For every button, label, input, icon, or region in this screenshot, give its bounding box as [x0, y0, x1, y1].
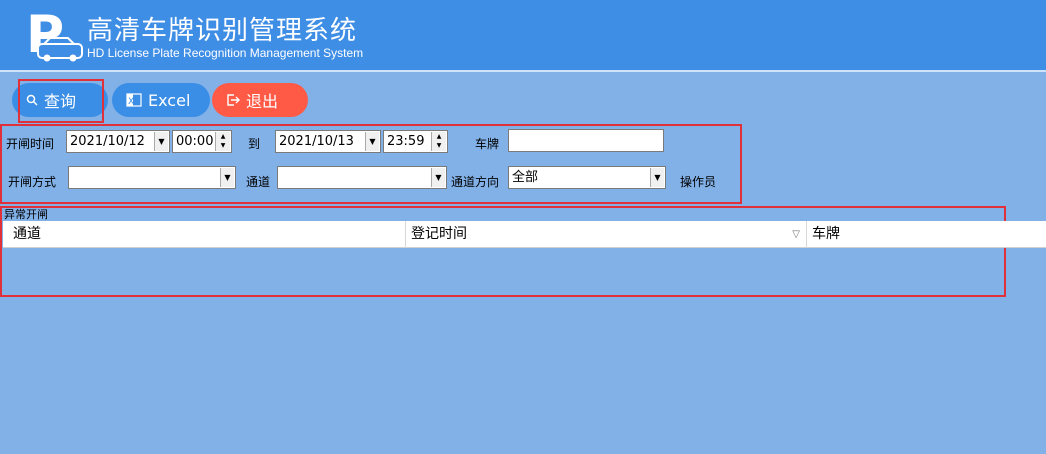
chevron-down-icon[interactable]: ▼ [431, 168, 445, 187]
direction-select[interactable]: 全部 ▼ [508, 166, 666, 189]
plate-label: 车牌 [475, 137, 500, 151]
app-subtitle: HD License Plate Recognition Management … [87, 46, 364, 60]
chevron-down-icon[interactable]: ▼ [650, 168, 664, 187]
plate-input[interactable] [508, 129, 664, 152]
to-date-value: 2021/10/13 [279, 134, 354, 149]
from-date-picker[interactable]: 2021/10/12 ▼ [66, 130, 170, 153]
column-header-register-time[interactable]: 登记时间 ▽ [407, 221, 807, 248]
to-date-picker[interactable]: 2021/10/13 ▼ [275, 130, 381, 153]
from-date-value: 2021/10/12 [70, 134, 145, 149]
chevron-down-icon[interactable]: ▼ [365, 132, 379, 151]
spin-up-icon[interactable]: ▲ [432, 132, 446, 141]
app-title: 高清车牌识别管理系统 [87, 16, 358, 46]
from-time-value: 00:00 [176, 134, 214, 149]
results-grid-header: 通道 登记时间 ▽ 车牌 [3, 221, 1046, 248]
column-header-channel[interactable]: 通道 [9, 221, 406, 248]
channel-label: 通道 [246, 175, 271, 189]
excel-icon: X [126, 93, 142, 107]
open-method-select[interactable]: ▼ [68, 166, 236, 189]
to-time-stepper[interactable]: 23:59 ▲ ▼ [383, 130, 448, 153]
results-grid-highlight [0, 206, 1006, 297]
query-button[interactable]: 查询 [12, 83, 108, 117]
spin-up-icon[interactable]: ▲ [216, 132, 230, 141]
chevron-down-icon[interactable]: ▼ [220, 168, 234, 187]
direction-value: 全部 [512, 170, 539, 185]
open-method-label: 开闸方式 [8, 175, 57, 189]
excel-export-button[interactable]: X Excel [112, 83, 210, 117]
open-time-label: 开闸时间 [6, 137, 55, 151]
spin-down-icon[interactable]: ▼ [216, 141, 230, 150]
svg-text:X: X [128, 97, 134, 107]
app-header: P 高清车牌识别管理系统 HD License Plate Recognitio… [0, 0, 1046, 72]
column-header-register-time-label: 登记时间 [411, 226, 467, 242]
column-header-plate[interactable]: 车牌 [808, 221, 1044, 248]
sort-icon: ▽ [792, 229, 800, 240]
channel-select[interactable]: ▼ [277, 166, 447, 189]
exit-button-label: 退出 [246, 92, 279, 111]
exit-button[interactable]: 退出 [212, 83, 308, 117]
chevron-down-icon[interactable]: ▼ [154, 132, 168, 151]
search-icon [26, 94, 38, 106]
results-group-title: 异常开闸 [4, 208, 48, 221]
query-button-label: 查询 [44, 92, 77, 111]
logout-icon [227, 94, 240, 106]
operator-label: 操作员 [680, 175, 717, 189]
direction-label: 通道方向 [451, 175, 500, 189]
spin-down-icon[interactable]: ▼ [432, 141, 446, 150]
to-time-value: 23:59 [387, 134, 425, 149]
from-time-stepper[interactable]: 00:00 ▲ ▼ [172, 130, 232, 153]
parking-car-logo-icon: P [26, 8, 83, 64]
excel-button-label: Excel [148, 90, 191, 110]
to-label: 到 [248, 137, 261, 151]
